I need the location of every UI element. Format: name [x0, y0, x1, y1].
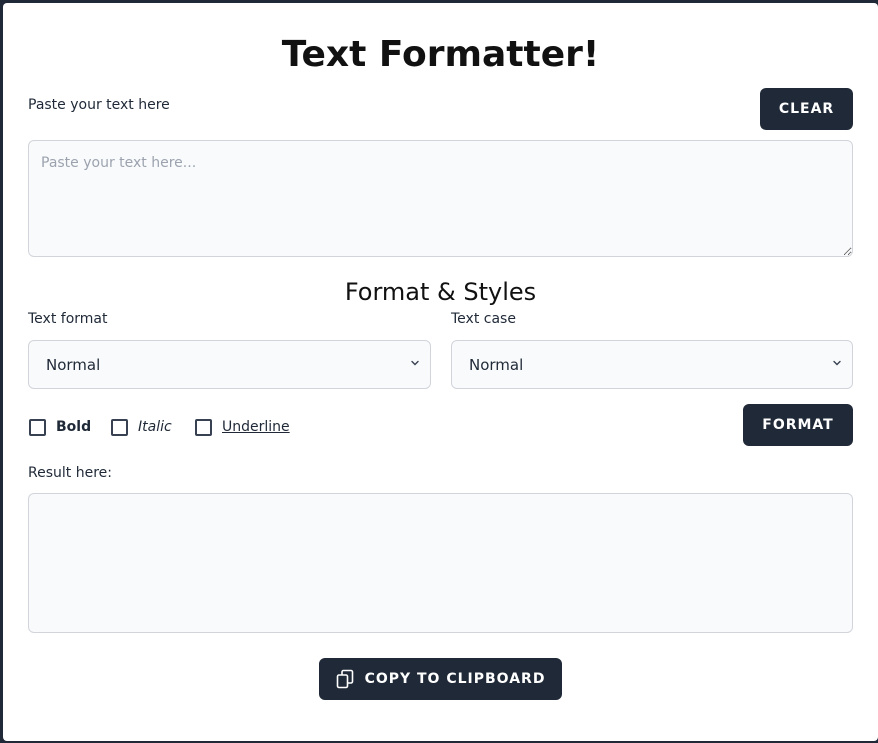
- italic-checkbox[interactable]: [111, 418, 128, 436]
- result-label: Result here:: [28, 465, 112, 481]
- copy-button-label: COPY TO CLIPBOARD: [364, 671, 546, 687]
- text-case-select[interactable]: Normal: [451, 340, 853, 389]
- italic-label: Italic: [138, 419, 172, 435]
- format-button[interactable]: FORMAT: [743, 404, 853, 446]
- page-title: Text Formatter!: [281, 34, 600, 75]
- result-textarea[interactable]: [28, 493, 853, 633]
- format-styles-heading: Format & Styles: [344, 278, 537, 306]
- input-label: Paste your text here: [28, 97, 170, 113]
- bold-option: Bold: [29, 416, 91, 438]
- bold-label: Bold: [56, 419, 92, 435]
- underline-label: Underline: [222, 419, 290, 435]
- text-case-selected: Normal: [469, 355, 524, 374]
- input-textarea[interactable]: [28, 140, 853, 257]
- underline-checkbox[interactable]: [195, 418, 212, 436]
- chevron-down-icon: [833, 360, 841, 366]
- bold-checkbox[interactable]: [29, 418, 46, 436]
- text-case-label: Text case: [451, 311, 516, 327]
- italic-option: Italic: [111, 416, 172, 438]
- text-format-label: Text format: [28, 311, 108, 327]
- clear-button[interactable]: CLEAR: [760, 88, 853, 130]
- text-format-selected: Normal: [46, 355, 101, 374]
- chevron-down-icon: [411, 360, 419, 366]
- text-formatter-modal: Text Formatter! Paste your text here CLE…: [3, 3, 878, 741]
- copy-to-clipboard-button[interactable]: COPY TO CLIPBOARD: [319, 658, 562, 700]
- copy-icon: [336, 669, 353, 689]
- underline-option: Underline: [195, 416, 290, 438]
- text-format-select[interactable]: Normal: [28, 340, 431, 389]
